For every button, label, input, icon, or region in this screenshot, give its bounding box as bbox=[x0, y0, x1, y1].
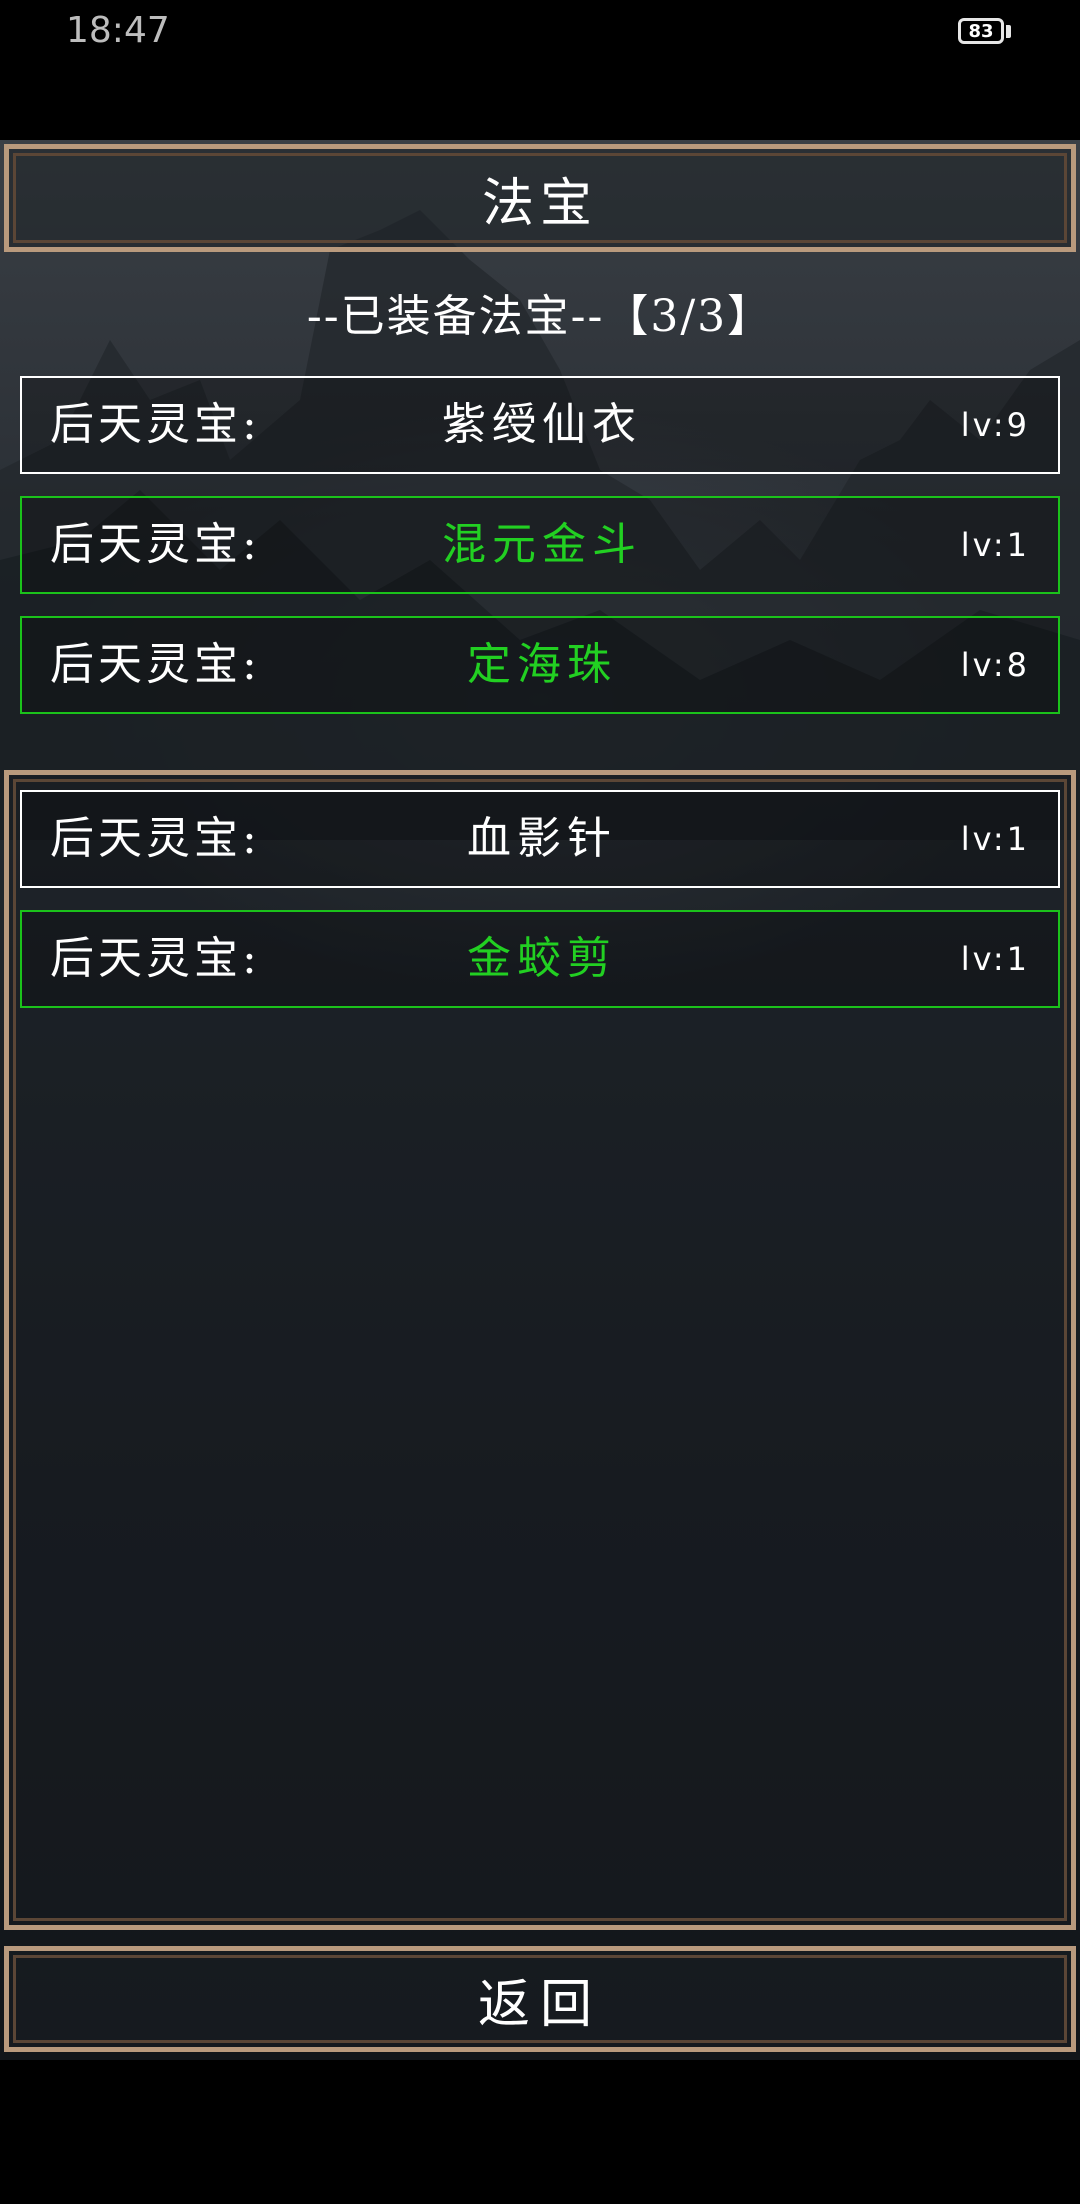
bottom-bar bbox=[0, 2060, 1080, 2204]
item-level: lv:8 bbox=[960, 646, 1030, 684]
equipped-item-3[interactable]: 后天灵宝: 定海珠 lv:8 bbox=[20, 616, 1060, 714]
equipped-item-2[interactable]: 后天灵宝: 混元金斗 lv:1 bbox=[20, 496, 1060, 594]
battery-level: 83 bbox=[968, 20, 994, 42]
item-level: lv:9 bbox=[960, 406, 1030, 444]
item-level: lv:1 bbox=[960, 820, 1030, 858]
back-label: 返回 bbox=[477, 1974, 602, 2035]
item-name: 血影针 bbox=[467, 813, 617, 864]
inventory-item-1[interactable]: 后天灵宝: 血影针 lv:1 bbox=[20, 790, 1060, 888]
equipped-item-1[interactable]: 后天灵宝: 紫绶仙衣 lv:9 bbox=[20, 376, 1060, 474]
item-name: 混元金斗 bbox=[442, 519, 642, 570]
page-title: 法宝 bbox=[481, 173, 598, 234]
item-name: 紫绶仙衣 bbox=[442, 399, 642, 450]
item-level: lv:1 bbox=[960, 526, 1030, 564]
item-name: 金蛟剪 bbox=[467, 933, 617, 984]
status-time: 18:47 bbox=[66, 10, 170, 51]
status-bar: 18:47 83 bbox=[0, 0, 1080, 140]
battery-tip bbox=[1006, 25, 1011, 38]
title-frame: 法宝 bbox=[4, 144, 1076, 252]
item-level: lv:1 bbox=[960, 940, 1030, 978]
item-name: 定海珠 bbox=[467, 639, 617, 690]
back-button[interactable]: 返回 bbox=[4, 1946, 1076, 2052]
equipped-header: --已装备法宝--【3/3】 bbox=[306, 291, 774, 342]
battery-icon: 83 bbox=[958, 18, 1004, 44]
inventory-item-2[interactable]: 后天灵宝: 金蛟剪 lv:1 bbox=[20, 910, 1060, 1008]
